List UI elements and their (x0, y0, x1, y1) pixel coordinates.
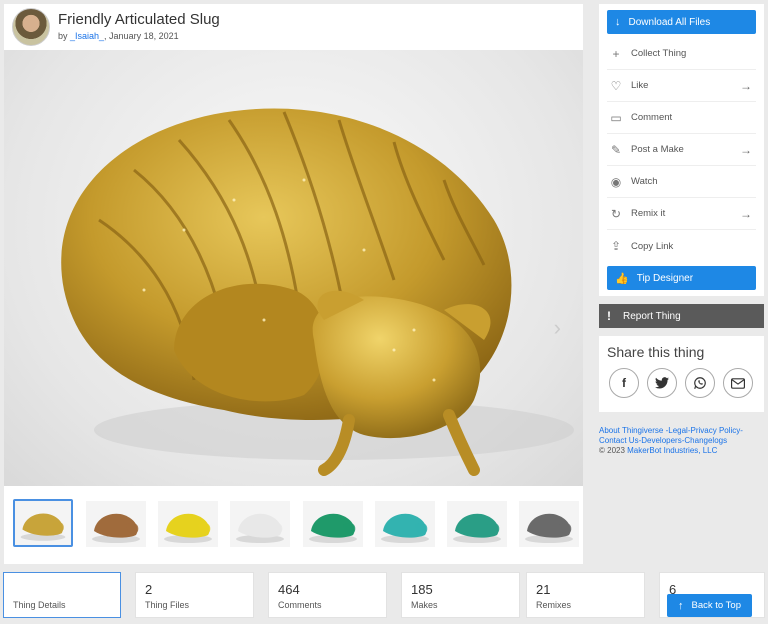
tip-designer-button[interactable]: 👍 Tip Designer (607, 266, 756, 290)
thumbnail-image (519, 501, 579, 547)
share-title: Share this thing (607, 344, 705, 360)
watch-button[interactable]: ◉ Watch (607, 166, 756, 198)
arrow-up-icon: ↑ (678, 599, 684, 612)
publish-date: , January 18, 2021 (104, 31, 179, 41)
page-title: Friendly Articulated Slug (58, 11, 220, 28)
make-icon: ✎ (610, 142, 622, 157)
tab-label: Thing Details (13, 600, 66, 610)
tab-count: 464 (278, 582, 300, 597)
action-label: Copy Link (631, 240, 674, 252)
tab-count: 2 (145, 582, 153, 597)
changelogs-link[interactable]: Changelogs (684, 436, 727, 445)
remix-button[interactable]: ↻ Remix it → (607, 198, 756, 230)
thumbnail-brown-slug[interactable] (86, 501, 146, 547)
separator: - (740, 426, 743, 435)
back-to-top-button[interactable]: ↑ Back to Top (667, 594, 752, 617)
tab-label: Thing Files (145, 600, 190, 610)
action-label: Watch (631, 176, 658, 187)
thumbnail-image (15, 501, 71, 545)
action-panel: ↓ Download All Files + Collect Thing ♡ L… (599, 4, 764, 296)
copy-link-button[interactable]: ⇪ Copy Link (607, 230, 756, 262)
company-link[interactable]: MakerBot Industries, LLC (627, 446, 717, 455)
author-link[interactable]: _Isaiah_ (70, 31, 104, 41)
like-button[interactable]: ♡ Like → (607, 70, 756, 102)
back-to-top-label: Back to Top (691, 600, 741, 611)
action-label: Remix it (631, 208, 666, 219)
thumbnail-image (303, 501, 363, 547)
byline: by _Isaiah_, January 18, 2021 (58, 31, 179, 41)
email-icon[interactable] (723, 368, 753, 398)
twitter-icon[interactable] (647, 368, 677, 398)
thumbnail-strip (4, 486, 583, 564)
slug-photo (61, 108, 574, 476)
thumbnail-image (230, 501, 290, 547)
action-label: Post a Make (631, 144, 684, 155)
thumbnail-yellow-slug[interactable] (158, 501, 218, 547)
copyright-text: © 2023 (599, 446, 628, 455)
thumbnail-image (158, 501, 218, 547)
copyright: © 2023 MakerBot Industries, LLC (599, 446, 764, 456)
avatar[interactable] (12, 8, 50, 46)
footer-links: About Thingiverse -Legal-Privacy Policy-… (599, 426, 764, 456)
tab-thing-files[interactable]: 2 Thing Files (135, 572, 254, 618)
eye-icon: ◉ (610, 174, 622, 189)
download-all-files-button[interactable]: ↓ Download All Files (607, 10, 756, 34)
tab-thing-details[interactable]: Thing Details (3, 572, 121, 618)
arrow-right-icon: → (740, 142, 752, 157)
thumbnail-gold-slug-curled[interactable] (13, 499, 73, 547)
comment-icon: ▭ (610, 110, 622, 125)
exclamation-icon: ! (607, 309, 611, 323)
thumbnail-gray-slug[interactable] (519, 501, 579, 547)
about-link[interactable]: About Thingiverse (599, 426, 663, 435)
tab-remixes[interactable]: 21 Remixes (526, 572, 645, 618)
thumbnail-image (375, 501, 435, 547)
remix-icon: ↻ (610, 206, 622, 221)
download-label: Download All Files (628, 16, 711, 28)
thumbnail-teal-slug[interactable] (375, 501, 435, 547)
arrow-right-icon: → (740, 206, 752, 221)
tab-count: 21 (536, 582, 551, 597)
thumbnail-green-slug[interactable] (303, 501, 363, 547)
thumbs-up-icon: 👍 (615, 272, 629, 285)
chevron-right-icon[interactable]: › (554, 315, 561, 341)
main-image[interactable]: › (4, 50, 583, 486)
legal-link[interactable]: Legal (668, 426, 688, 435)
contact-link[interactable]: Contact Us (599, 436, 639, 445)
tab-label: Comments (278, 600, 322, 610)
share-link-icon: ⇪ (610, 239, 622, 253)
byline-prefix: by (58, 31, 71, 41)
whatsapp-icon[interactable] (685, 368, 715, 398)
heart-icon: ♡ (610, 78, 622, 93)
tip-label: Tip Designer (636, 272, 694, 284)
thumbnail-green-teal-slugs[interactable] (447, 501, 507, 547)
tab-label: Makes (411, 600, 438, 610)
post-a-make-button[interactable]: ✎ Post a Make → (607, 134, 756, 166)
action-label: Like (631, 80, 649, 91)
share-icons: f (607, 368, 756, 398)
privacy-link[interactable]: Privacy Policy (691, 426, 741, 435)
report-thing-button[interactable]: ! Report Thing (599, 304, 764, 328)
thumbnail-image (86, 501, 146, 547)
thing-header: Friendly Articulated Slug by _Isaiah_, J… (4, 4, 583, 50)
download-icon: ↓ (615, 16, 621, 28)
tab-comments[interactable]: 464 Comments (268, 572, 387, 618)
action-label: Comment (631, 112, 673, 123)
action-label: Collect Thing (631, 48, 687, 59)
developers-link[interactable]: Developers (641, 436, 681, 445)
thumbnail-white-slug[interactable] (230, 501, 290, 547)
sidebar: ↓ Download All Files + Collect Thing ♡ L… (599, 4, 764, 456)
share-panel: Share this thing f (599, 336, 764, 412)
thumbnail-image (447, 501, 507, 547)
tab-label: Remixes (536, 600, 572, 610)
collect-thing-button[interactable]: + Collect Thing (607, 38, 756, 70)
tab-makes[interactable]: 185 Makes (401, 572, 520, 618)
tab-count: 185 (411, 582, 433, 597)
report-label: Report Thing (623, 310, 681, 322)
arrow-right-icon: → (740, 78, 752, 93)
comment-button[interactable]: ▭ Comment (607, 102, 756, 134)
facebook-icon[interactable]: f (609, 368, 639, 398)
plus-icon: + (612, 46, 620, 61)
